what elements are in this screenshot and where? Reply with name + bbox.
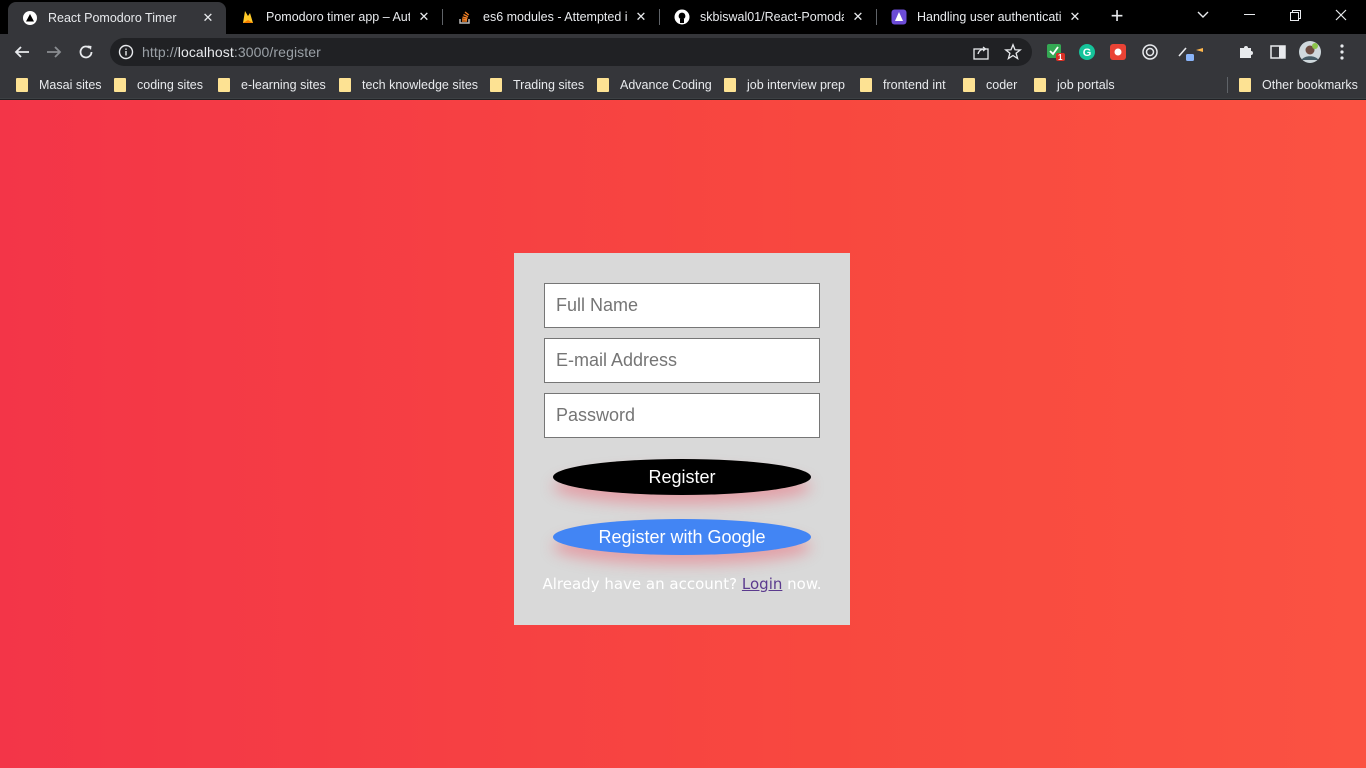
bookmark-star-icon[interactable]	[1003, 43, 1023, 66]
url-scheme: http://	[142, 44, 178, 60]
close-tab-icon[interactable]: ✕	[200, 10, 216, 26]
back-arrow-icon[interactable]	[8, 38, 36, 66]
google-button-label: Register with Google	[598, 526, 766, 547]
bookmark-label: coding sites	[137, 78, 204, 92]
tab-strip: React Pomodoro Timer ✕ Pomodoro timer ap…	[0, 0, 1366, 34]
tab-title: skbiswal01/React-Pomodaro	[700, 10, 844, 24]
folder-icon	[114, 78, 126, 92]
chrome-menu-icon[interactable]	[1332, 42, 1352, 62]
bookmark-separator	[1227, 77, 1228, 93]
close-tab-icon[interactable]: ✕	[633, 9, 649, 25]
url-host: localhost	[177, 44, 234, 60]
tab-github[interactable]: skbiswal01/React-Pomodaro ✕	[660, 0, 876, 34]
restore-button[interactable]	[1272, 0, 1318, 30]
bookmark-folder-coder[interactable]: coder	[963, 76, 1017, 94]
tab-firebase[interactable]: Pomodoro timer app – Authe ✕	[226, 0, 442, 34]
pen-extension-icon[interactable]	[1175, 42, 1205, 62]
bookmarks-bar: Masai sites coding sites e-learning site…	[0, 70, 1366, 99]
tab-title: Pomodoro timer app – Authe	[266, 10, 410, 24]
forward-arrow-icon[interactable]	[40, 38, 68, 66]
bookmark-folder-elearning[interactable]: e-learning sites	[218, 76, 326, 94]
github-icon	[674, 9, 690, 25]
bookmark-label: Advance Coding	[620, 78, 712, 92]
tab-title: es6 modules - Attempted im	[483, 10, 627, 24]
login-prompt-text: Already have an account?	[542, 575, 738, 593]
register-with-google-button[interactable]: Register with Google	[553, 519, 811, 555]
folder-icon	[724, 78, 736, 92]
close-tab-icon[interactable]: ✕	[416, 9, 432, 25]
tab-auth[interactable]: Handling user authentication ✕	[877, 0, 1093, 34]
login-link[interactable]: Login	[742, 575, 782, 593]
email-input[interactable]	[544, 338, 820, 383]
bookmark-folder-advance-coding[interactable]: Advance Coding	[597, 76, 712, 94]
bookmark-label: coder	[986, 78, 1018, 92]
full-name-input[interactable]	[544, 283, 820, 328]
bookmark-folder-masai[interactable]: Masai sites	[16, 76, 102, 94]
new-tab-button[interactable]: +	[1104, 5, 1130, 29]
folder-icon	[1239, 78, 1251, 92]
firebase-flame-icon	[240, 9, 256, 25]
profile-avatar[interactable]	[1298, 40, 1322, 64]
bookmark-label: frontend int	[883, 78, 946, 92]
share-icon[interactable]	[972, 43, 990, 66]
bookmark-label: Trading sites	[513, 78, 585, 92]
folder-icon	[490, 78, 502, 92]
folder-icon	[218, 78, 230, 92]
side-panel-icon[interactable]	[1268, 42, 1288, 62]
folder-icon	[339, 78, 351, 92]
close-tab-icon[interactable]: ✕	[850, 9, 866, 25]
bookmark-folder-frontend-int[interactable]: frontend int	[860, 76, 946, 94]
auth-app-icon	[891, 9, 907, 25]
folder-icon	[963, 78, 975, 92]
page-background: Register Register with Google Already ha…	[0, 100, 1366, 768]
folder-icon	[16, 78, 28, 92]
register-button[interactable]: Register	[553, 459, 811, 495]
address-bar[interactable]: http://localhost:3000/register	[110, 38, 1032, 66]
bookmark-label: Masai sites	[39, 78, 102, 92]
tab-title: Handling user authentication	[917, 10, 1061, 24]
react-triangle-icon	[22, 10, 38, 26]
bookmark-folder-interview-prep[interactable]: job interview prep	[724, 76, 845, 94]
tab-stackoverflow[interactable]: es6 modules - Attempted im ✕	[443, 0, 659, 34]
url-text: http://localhost:3000/register	[142, 44, 321, 60]
reload-icon[interactable]	[72, 38, 100, 66]
login-prompt: Already have an account? Login now.	[514, 575, 850, 593]
bookmark-folder-job-portals[interactable]: job portals	[1034, 76, 1115, 94]
login-prompt-suffix: now.	[787, 575, 822, 593]
screenshot-extension-icon[interactable]	[1108, 42, 1128, 62]
site-info-icon[interactable]	[118, 44, 134, 65]
url-path: :3000/register	[233, 44, 321, 60]
register-button-label: Register	[648, 466, 716, 487]
bookmark-label: e-learning sites	[241, 78, 326, 92]
svg-text:G: G	[1083, 47, 1092, 59]
bookmark-label: job portals	[1057, 78, 1115, 92]
browser-toolbar: http://localhost:3000/register 1 G	[0, 34, 1366, 70]
bookmark-folder-tech-knowledge[interactable]: tech knowledge sites	[339, 76, 478, 94]
tab-search-chevron-icon[interactable]	[1180, 0, 1226, 30]
bookmark-label: tech knowledge sites	[362, 78, 479, 92]
bookmark-folder-coding[interactable]: coding sites	[114, 76, 203, 94]
close-tab-icon[interactable]: ✕	[1067, 9, 1083, 25]
puzzle-extensions-icon[interactable]	[1236, 42, 1256, 62]
extension-badge: 1	[1058, 53, 1063, 62]
folder-icon	[597, 78, 609, 92]
target-extension-icon[interactable]	[1140, 42, 1160, 62]
folder-icon	[860, 78, 872, 92]
tab-react-pomodoro[interactable]: React Pomodoro Timer ✕	[8, 2, 226, 34]
register-card: Register Register with Google Already ha…	[514, 253, 850, 625]
bookmark-folder-trading[interactable]: Trading sites	[490, 76, 584, 94]
folder-icon	[1034, 78, 1046, 92]
password-input[interactable]	[544, 393, 820, 438]
bookmark-label: job interview prep	[747, 78, 845, 92]
grammarly-icon[interactable]: G	[1077, 42, 1097, 62]
extension-todo-icon[interactable]: 1	[1046, 42, 1066, 62]
stackoverflow-icon	[457, 9, 473, 25]
bookmark-folder-other[interactable]: Other bookmarks	[1239, 76, 1358, 94]
minimize-button[interactable]	[1226, 0, 1272, 30]
close-window-button[interactable]	[1318, 0, 1364, 30]
tab-title: React Pomodoro Timer	[48, 11, 177, 25]
bookmark-label: Other bookmarks	[1262, 78, 1358, 92]
